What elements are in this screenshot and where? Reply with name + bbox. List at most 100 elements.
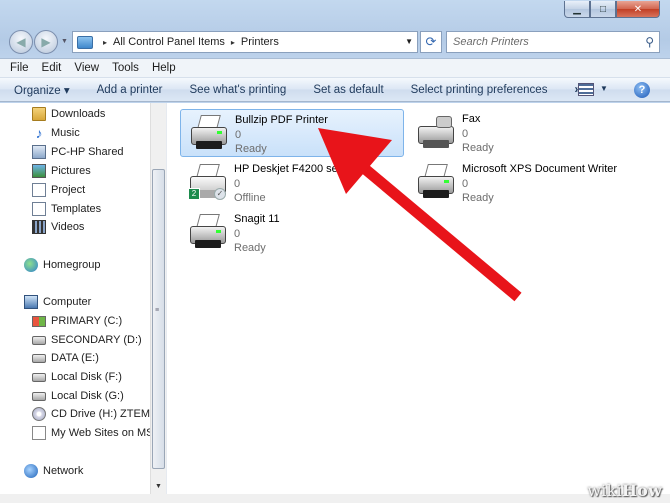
explorer-window: ▁ □ ✕ ◀ ▶ ▼ ▸ All Control Panel Items ▸ … [0,0,670,503]
printer-jobs: 0 [462,128,469,140]
nav-item-label: Pictures [51,165,91,177]
web-folder-icon [32,426,46,440]
printer-icon: 2 ✓ [186,162,230,202]
help-icon[interactable]: ? [634,82,650,98]
view-dropdown-icon[interactable]: ▼ [600,84,608,93]
scrollbar-thumb[interactable] [152,169,165,469]
nav-item-label: Downloads [51,108,106,120]
close-button[interactable]: ✕ [616,1,660,18]
nav-item-label: Computer [43,296,92,308]
address-dropdown-icon[interactable]: ▼ [405,37,413,46]
nav-item-network[interactable]: Network [24,462,83,480]
search-box: ⚲ [446,31,660,53]
printing-preferences-button[interactable]: Select printing preferences [411,84,548,96]
hard-drive-icon [32,353,46,363]
minimize-button[interactable]: ▁ [564,1,590,18]
back-arrow-icon: ◀ [16,35,26,49]
hard-drive-icon [32,372,46,382]
nav-item-music[interactable]: ♪ Music [32,124,80,142]
maximize-button[interactable]: □ [590,1,616,18]
nav-item-label: PC-HP Shared [51,146,124,158]
scroll-down-icon[interactable]: ▼ [155,483,162,490]
document-icon [32,202,46,216]
nav-item-label: DATA (E:) [51,352,99,364]
command-bar: Organize ▾ Add a printer See what's prin… [0,78,670,102]
navigation-pane: Downloads ♪ Music PC-HP Shared Pictures … [0,103,166,494]
printer-jobs: 0 [234,228,241,240]
computer-icon [24,295,38,309]
printer-tile-xps-writer[interactable]: Microsoft XPS Document Writer 0 Ready [408,159,632,207]
nav-item-web-sites[interactable]: My Web Sites on MS [32,424,154,442]
nav-item-data-drive[interactable]: DATA (E:) [32,349,99,367]
printer-name: Bullzip PDF Printer [235,114,328,126]
breadcrumb-separator[interactable]: ▸ [103,38,107,47]
address-bar[interactable]: ▸ All Control Panel Items ▸ Printers ▼ [72,31,418,53]
organize-button[interactable]: Organize ▾ [14,83,70,97]
nav-item-label: Homegroup [43,259,101,271]
nav-item-local-disk-f[interactable]: Local Disk (F:) [32,368,122,386]
nav-item-pictures[interactable]: Pictures [32,162,91,180]
nav-item-label: Templates [51,203,102,215]
nav-item-cd-drive[interactable]: CD Drive (H:) ZTEMC [32,405,158,423]
breadcrumb-separator[interactable]: ▸ [231,38,235,47]
printer-name: Snagit 11 [234,213,280,225]
recent-pages-dropdown[interactable]: ▼ [61,38,68,45]
nav-item-label: Local Disk (F:) [51,371,122,383]
videos-icon [32,220,46,234]
music-icon: ♪ [35,125,43,141]
nav-item-local-disk-g[interactable]: Local Disk (G:) [32,387,124,405]
forward-button[interactable]: ▶ [34,30,58,54]
menu-tools[interactable]: Tools [112,62,139,74]
printer-jobs: 0 [462,178,469,190]
printer-jobs: 0 [235,129,242,141]
offline-check-icon: ✓ [214,188,226,200]
control-panel-icon [77,35,93,49]
menu-edit[interactable]: Edit [42,62,62,74]
shared-folder-icon [32,145,46,159]
menu-file[interactable]: File [10,62,29,74]
change-view-icon[interactable] [578,83,594,96]
back-button[interactable]: ◀ [9,30,33,54]
caption-buttons: ▁ □ ✕ [564,1,660,18]
printer-icon [186,212,230,252]
nav-item-templates[interactable]: Templates [32,200,101,218]
printer-status: Ready [234,242,266,254]
set-default-button[interactable]: Set as default [313,84,383,96]
menu-bar: File Edit View Tools Help [0,58,670,78]
breadcrumb-printers[interactable]: Printers [241,36,279,48]
cd-drive-icon [32,407,46,421]
nav-item-label: CD Drive (H:) ZTEMC [51,408,158,420]
nav-item-label: Videos [51,221,85,233]
refresh-icon: ⟳ [425,34,437,49]
nav-item-videos[interactable]: Videos [32,218,84,236]
printer-status: Ready [462,142,494,154]
printer-jobs: 0 [234,178,241,190]
address-row: ◀ ▶ ▼ ▸ All Control Panel Items ▸ Printe… [0,26,670,58]
printer-name: Microsoft XPS Document Writer [462,163,618,175]
menu-view[interactable]: View [74,62,99,74]
window-bottom-edge [0,494,670,503]
nav-item-computer[interactable]: Computer [24,293,91,311]
refresh-button[interactable]: ⟳ [420,31,442,53]
shared-badge-icon: 2 [188,188,200,200]
search-icon[interactable]: ⚲ [645,35,654,49]
menu-help[interactable]: Help [152,62,176,74]
wikihow-logo: wikiHow [587,481,662,500]
nav-item-secondary-drive[interactable]: SECONDARY (D:) [32,331,142,349]
breadcrumb-control-panel[interactable]: All Control Panel Items [113,36,225,48]
nav-item-project[interactable]: Project [32,181,85,199]
nav-item-label: Project [51,184,86,196]
add-printer-button[interactable]: Add a printer [97,84,163,96]
printer-tile-hp-deskjet[interactable]: 2 ✓ HP Deskjet F4200 series 0 Offline [180,159,404,207]
printer-tile-snagit[interactable]: Snagit 11 0 Ready [180,209,404,257]
see-printing-button[interactable]: See what's printing [190,84,287,96]
nav-item-label: SECONDARY (D:) [51,334,142,346]
nav-scrollbar[interactable]: ≡ ▼ [150,103,166,494]
printer-tile-fax[interactable]: Fax 0 Ready [408,109,632,157]
nav-item-homegroup[interactable]: Homegroup [24,256,100,274]
nav-item-pc-hp-shared[interactable]: PC-HP Shared [32,143,124,161]
nav-item-primary-drive[interactable]: PRIMARY (C:) [32,312,122,330]
printer-tile-bullzip[interactable]: Bullzip PDF Printer 0 Ready [180,109,404,157]
nav-item-downloads[interactable]: Downloads [32,105,105,123]
search-input[interactable] [453,36,633,48]
